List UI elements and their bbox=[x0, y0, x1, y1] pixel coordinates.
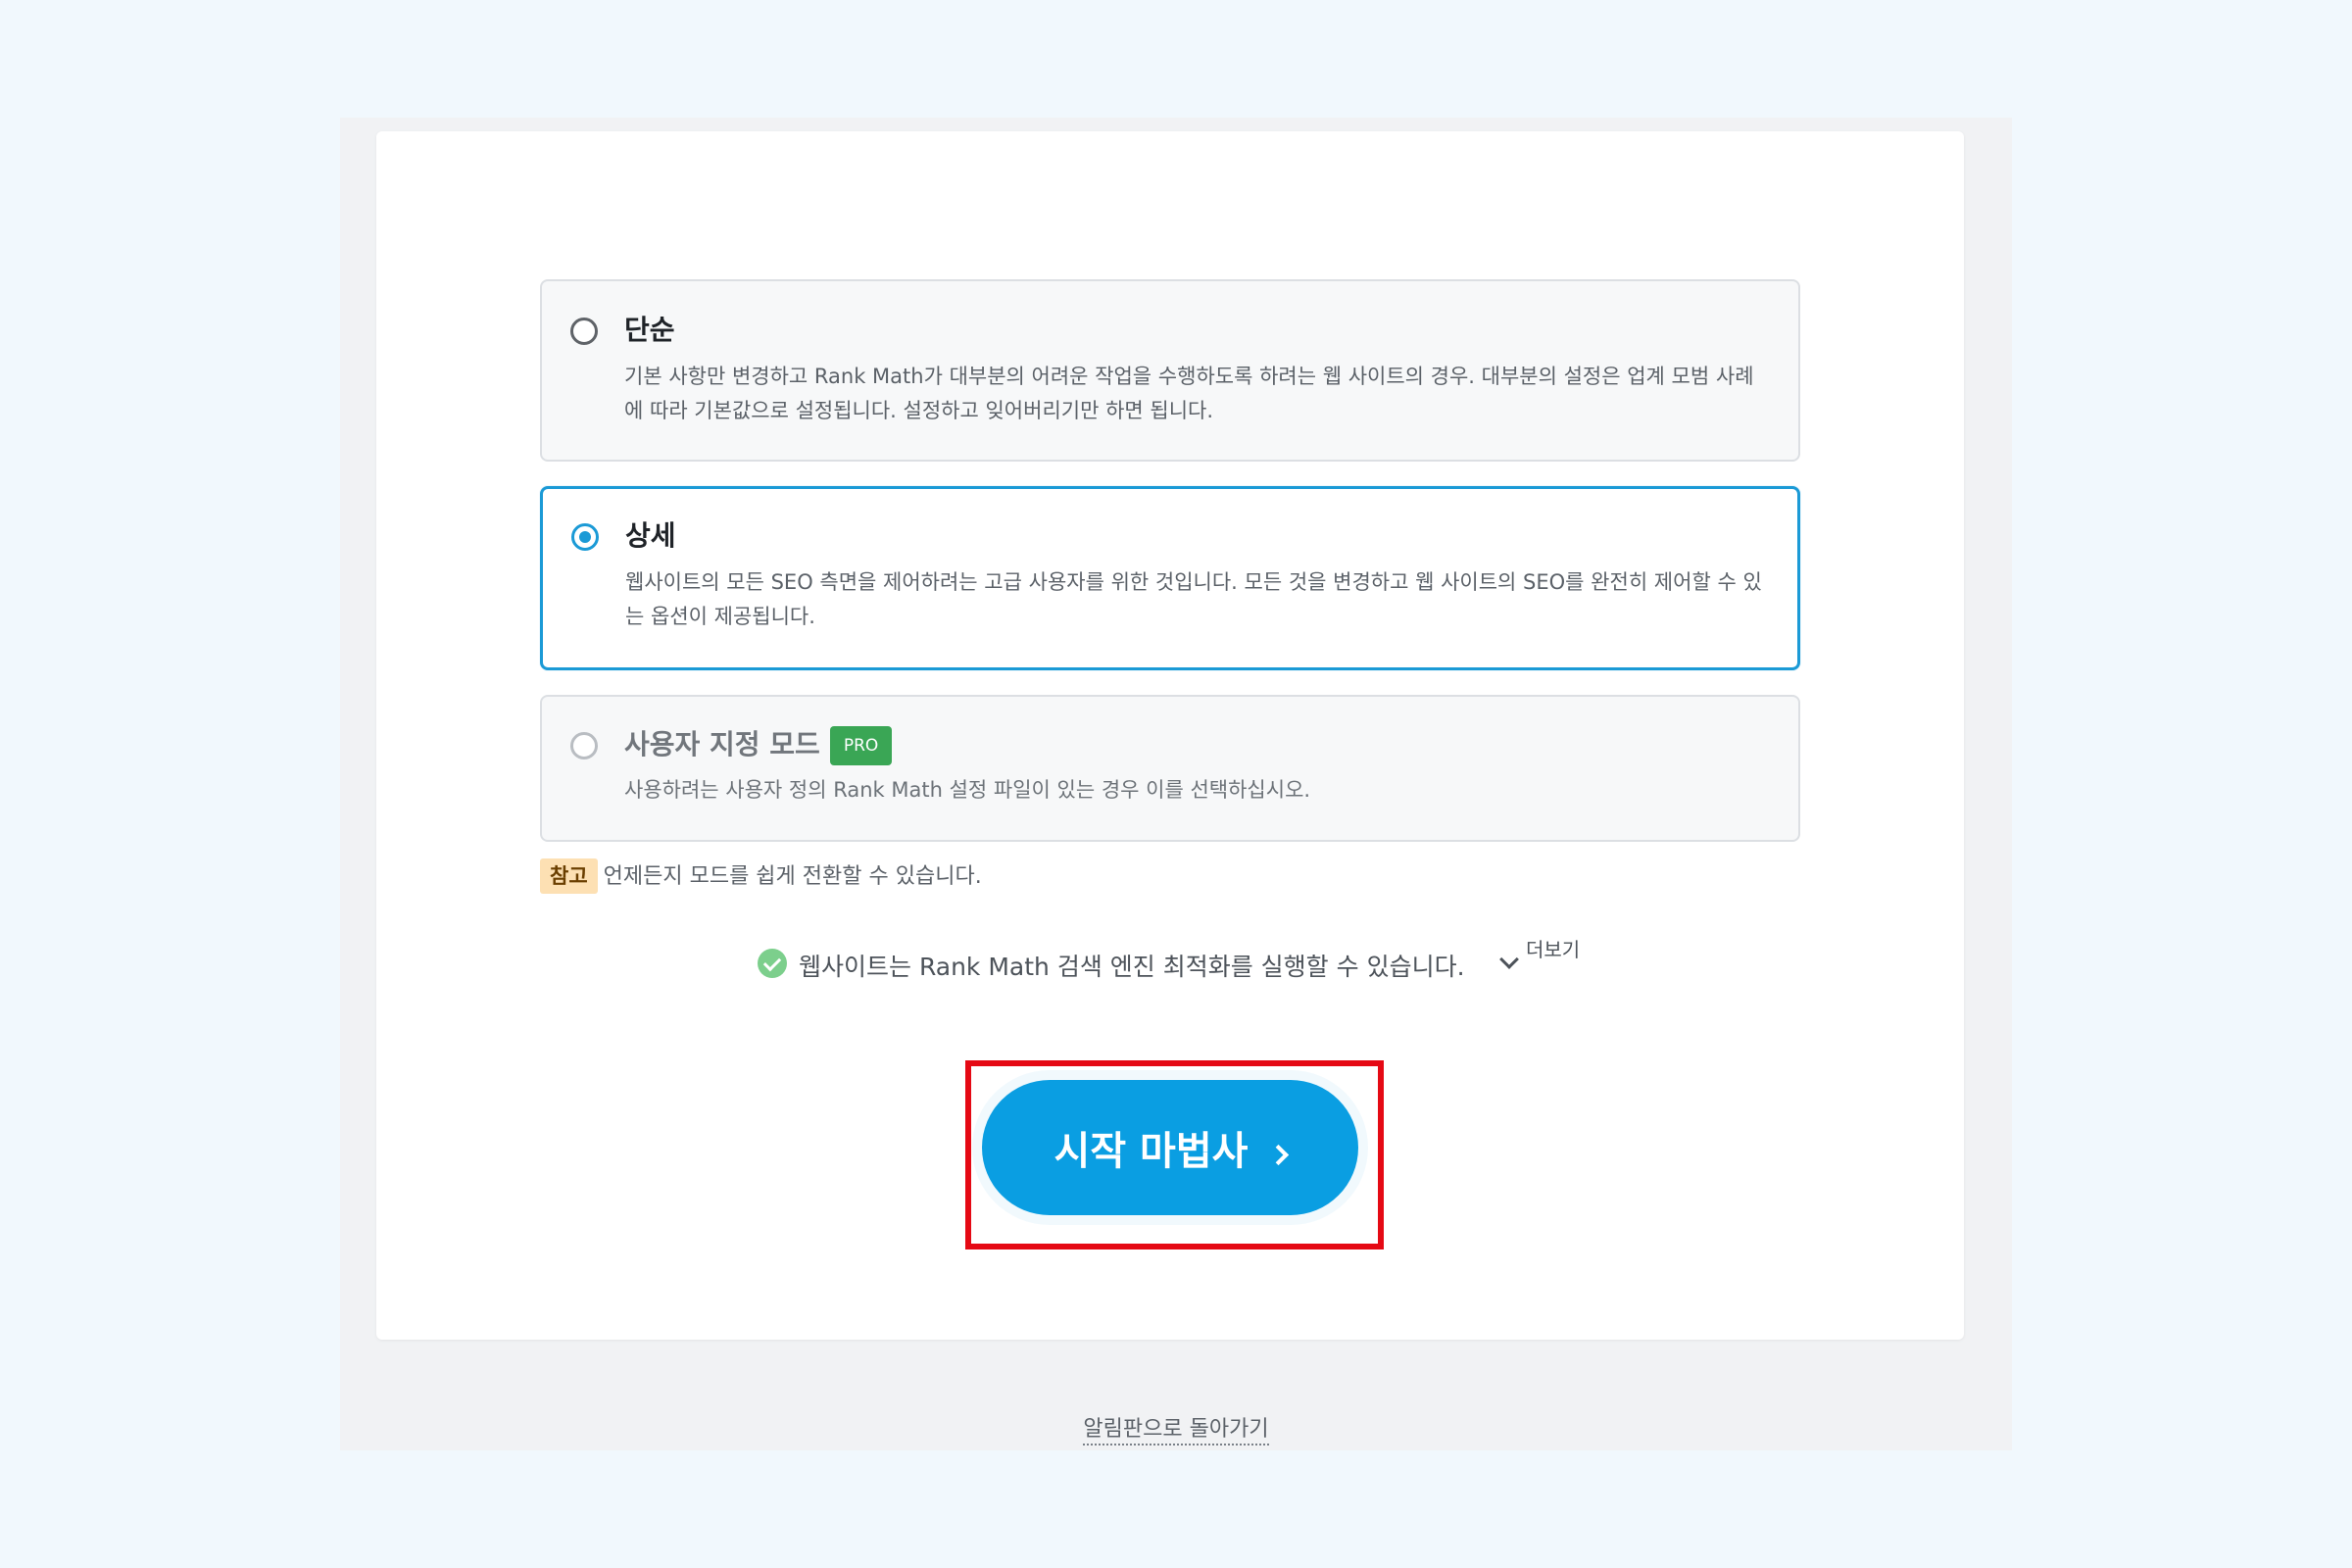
mode-option-title: 사용자 지정 모드 bbox=[624, 728, 820, 760]
back-to-dashboard-row: 알림판으로 돌아가기 bbox=[0, 1411, 2352, 1446]
show-more-label: 더보기 bbox=[1526, 938, 1581, 961]
mode-option-description: 사용하려는 사용자 정의 Rank Math 설정 파일이 있는 경우 이를 선… bbox=[624, 778, 1311, 802]
chevron-right-icon bbox=[1268, 1144, 1290, 1165]
mode-option-description: 웹사이트의 모든 SEO 측면을 제어하려는 고급 사용자를 위한 것입니다. … bbox=[625, 570, 1762, 628]
check-circle-icon bbox=[758, 949, 787, 978]
mode-option-title-row: 사용자 지정 모드 PRO bbox=[624, 723, 893, 765]
mode-option-title: 단순 bbox=[624, 314, 675, 346]
note-badge: 참고 bbox=[540, 858, 598, 894]
mode-option-description: 기본 사항만 변경하고 Rank Math가 대부분의 어려운 작업을 수행하도… bbox=[624, 365, 1754, 422]
mode-option-title: 상세 bbox=[625, 519, 676, 552]
radio-advanced[interactable] bbox=[571, 523, 599, 551]
radio-simple[interactable] bbox=[570, 318, 598, 345]
mode-option-custom[interactable]: 사용자 지정 모드 PRO 사용하려는 사용자 정의 Rank Math 설정 파… bbox=[540, 695, 1800, 842]
pro-badge: PRO bbox=[829, 726, 893, 765]
start-wizard-label: 시작 마법사 bbox=[1054, 1129, 1249, 1174]
mode-switch-note: 참고 언제든지 모드를 쉽게 전환할 수 있습니다. bbox=[540, 858, 982, 894]
status-text: 웹사이트는 Rank Math 검색 엔진 최적화를 실행할 수 있습니다. bbox=[799, 953, 1465, 981]
mode-option-simple[interactable]: 단순 기본 사항만 변경하고 Rank Math가 대부분의 어려운 작업을 수… bbox=[540, 279, 1800, 462]
note-text: 언제든지 모드를 쉽게 전환할 수 있습니다. bbox=[603, 864, 982, 889]
back-to-dashboard-link[interactable]: 알림판으로 돌아가기 bbox=[1083, 1417, 1269, 1446]
radio-custom[interactable] bbox=[570, 732, 598, 760]
mode-option-advanced[interactable]: 상세 웹사이트의 모든 SEO 측면을 제어하려는 고급 사용자를 위한 것입니… bbox=[540, 486, 1800, 670]
start-wizard-button[interactable]: 시작 마법사 bbox=[982, 1080, 1358, 1215]
